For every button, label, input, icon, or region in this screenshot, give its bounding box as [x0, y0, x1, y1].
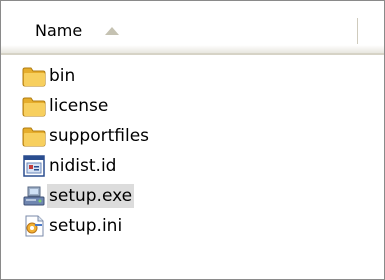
id-file-icon [23, 155, 45, 177]
settings-file-icon [25, 215, 44, 237]
column-header-bar: Name [1, 1, 384, 53]
sort-ascending-icon [105, 27, 119, 35]
list-item-label: license [49, 96, 109, 116]
list-item-label: bin [49, 66, 76, 86]
list-item-bin[interactable]: bin [21, 62, 77, 90]
header-separator [1, 53, 384, 55]
list-item-setup-ini[interactable]: setup.ini [21, 212, 124, 240]
list-item-label: nidist.id [49, 156, 117, 176]
list-item-license[interactable]: license [21, 92, 110, 120]
list-item-label: setup.ini [49, 216, 123, 236]
list-item-setup-exe[interactable]: setup.exe [21, 182, 135, 210]
installer-icon [23, 186, 45, 206]
column-header-name[interactable]: Name [35, 21, 82, 40]
list-item-supportfiles[interactable]: supportfiles [21, 122, 151, 150]
folder-icon [22, 127, 46, 147]
list-item-label: supportfiles [49, 126, 150, 146]
folder-icon [22, 97, 46, 117]
list-item-nidist-id[interactable]: nidist.id [21, 152, 118, 180]
file-list-pane: Name bin license supportfiles nidist.id … [0, 0, 385, 280]
folder-icon [22, 67, 46, 87]
list-item-label: setup.exe [47, 184, 135, 208]
